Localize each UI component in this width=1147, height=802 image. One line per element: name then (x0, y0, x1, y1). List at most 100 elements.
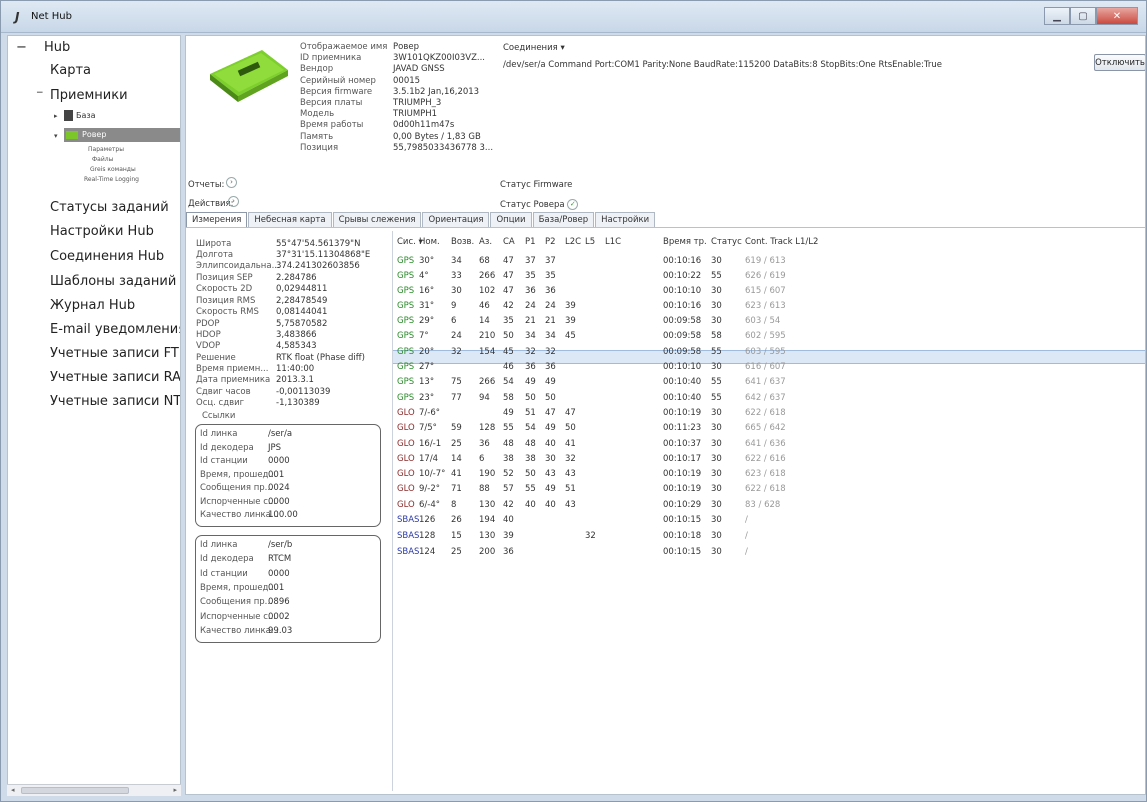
sat-cell: 49 (525, 377, 536, 387)
maximize-button[interactable]: ▢ (1070, 7, 1096, 25)
tree-item-greis[interactable]: Greis команды (90, 166, 136, 173)
measurement-label: Позиция RMS (196, 296, 256, 306)
tree-item-map[interactable]: Карта (50, 63, 91, 78)
tree-item-ftp[interactable]: Учетные записи FTP (50, 346, 180, 361)
sat-cell: 59 (451, 423, 462, 433)
sat-cell: 603 / 54 (745, 316, 781, 326)
sat-cell: 35 (545, 271, 556, 281)
sat-system: GPS (397, 286, 415, 296)
sat-cell: 24 (545, 301, 556, 311)
sat-cell: 40 (545, 500, 556, 510)
firmware-status-label: Статус Firmware (500, 180, 573, 190)
minimize-button[interactable]: ▁ (1044, 7, 1070, 25)
measurement-label: Скорость 2D (196, 284, 253, 294)
tab-0[interactable]: Измерения (186, 212, 248, 227)
actions-expand-button[interactable]: › (228, 196, 239, 207)
sat-cell: 200 (479, 547, 496, 557)
receiver-panel: Отображаемое имя Ровер ID приемника 3W101QK… (185, 35, 1146, 795)
tree-item-rover[interactable]: Ровер (82, 130, 106, 139)
sat-cell: 16° (419, 286, 435, 296)
sat-cell: 36 (525, 362, 536, 372)
tab-3[interactable]: Ориентация (422, 212, 490, 227)
link-label: Id декодера (200, 554, 254, 565)
column-header: Ном. (419, 237, 440, 247)
tab-divider (186, 227, 1145, 228)
disconnect-button[interactable]: Отключить (1094, 54, 1145, 71)
info-label: Версия firmware (300, 86, 373, 97)
measurement-value: 2013.3.1 (276, 375, 314, 385)
sat-cell: 39 (565, 301, 576, 311)
tree-item-files[interactable]: Файлы (92, 156, 113, 163)
sat-cell: 49 (545, 484, 556, 494)
sat-cell: 642 / 637 (745, 393, 786, 403)
tree-item-email[interactable]: E-mail уведомления (50, 322, 180, 337)
tab-5[interactable]: База/Ровер (532, 212, 595, 227)
collapse-icon[interactable]: − (16, 40, 27, 55)
tree-item-task-status[interactable]: Статусы заданий (50, 200, 169, 215)
sat-cell: 41 (565, 439, 576, 449)
collapse-icon[interactable]: ▾ (54, 132, 58, 140)
measurement-label: Широта (196, 239, 232, 249)
tree-item-raw[interactable]: Учетные записи RAW (50, 370, 180, 385)
sat-cell: 38 (503, 454, 514, 464)
measurement-label: Решение (196, 353, 236, 363)
sat-cell: 83 / 628 (745, 500, 781, 510)
sat-cell: 266 (479, 377, 496, 387)
tab-6[interactable]: Настройки (595, 212, 656, 227)
sat-cell: 9/-2° (419, 484, 440, 494)
info-label: ID приемника (300, 53, 362, 64)
tree-item-hub-settings[interactable]: Настройки Hub (50, 224, 154, 239)
sat-system: GPS (397, 256, 415, 266)
scroll-left-icon[interactable]: ◂ (11, 786, 15, 794)
tree-item-hub-connections[interactable]: Соединения Hub (50, 249, 164, 264)
tree-item-rtlogging[interactable]: Real-Time Logging (84, 176, 139, 183)
sat-cell: 15 (451, 531, 462, 541)
tree-item-params[interactable]: Параметры (88, 146, 124, 153)
tab-4[interactable]: Опции (490, 212, 532, 227)
close-button[interactable]: ✕ (1096, 7, 1138, 25)
sat-cell: 00:10:18 (663, 531, 702, 541)
sat-cell: 00:10:37 (663, 439, 702, 449)
tree-item-task-templates[interactable]: Шаблоны заданий (50, 274, 176, 289)
info-label: Отображаемое имя (300, 42, 388, 52)
tree-item-hub[interactable]: Hub (44, 40, 70, 55)
sat-cell: 32 (525, 347, 536, 357)
tree-item-hub-log[interactable]: Журнал Hub (50, 298, 135, 313)
sat-system: GPS (397, 271, 415, 281)
sat-cell: 30 (711, 515, 722, 525)
link-box-2: Id линка/ser/b Id декодера RTCM Id станции 0… (195, 535, 381, 643)
sat-cell: / (745, 547, 748, 557)
tree-item-receivers[interactable]: Приемники (50, 88, 128, 103)
info-label: Время работы (300, 120, 364, 131)
info-value: 3.5.1b2 Jan,16,2013 (393, 86, 480, 97)
sat-cell: 30 (711, 454, 722, 464)
scroll-thumb[interactable] (21, 787, 129, 794)
sat-cell: 00:10:29 (663, 500, 702, 510)
sat-cell: 42 (503, 500, 514, 510)
sat-system: GLO (397, 500, 415, 510)
measurement-value: 0,08144041 (276, 307, 328, 317)
sat-cell: 54 (525, 423, 536, 433)
collapse-icon[interactable]: − (36, 88, 44, 98)
link-label: Испорченные с... (200, 611, 276, 622)
sat-cell: 49 (545, 423, 556, 433)
tree-item-ntrip[interactable]: Учетные записи NTRIP (50, 394, 180, 409)
sat-cell: 49 (503, 408, 514, 418)
sat-cell: 50 (525, 393, 536, 403)
measurement-value: 37°31'15.11304868"E (276, 250, 371, 260)
reports-expand-button[interactable]: › (226, 177, 237, 188)
tab-1[interactable]: Небесная карта (248, 212, 332, 227)
expand-icon[interactable]: ▸ (54, 112, 58, 120)
info-value: 0,00 Bytes / 1,83 GB (393, 131, 481, 142)
link-value: 0024 (268, 483, 290, 493)
connections-dropdown[interactable]: Соединения ▾ (503, 43, 565, 53)
measurement-value: -0,00113039 (276, 387, 331, 397)
tree-item-base[interactable]: База (76, 111, 96, 120)
scroll-right-icon[interactable]: ▸ (173, 786, 177, 794)
link-value: 001 (268, 582, 285, 593)
measurement-value: 55°47'54.561379"N (276, 239, 361, 249)
sat-cell: 34 (545, 331, 556, 341)
horizontal-scrollbar[interactable]: ◂ ▸ (7, 784, 181, 796)
tab-2[interactable]: Срывы слежения (332, 212, 422, 227)
sat-cell: 48 (503, 439, 514, 449)
